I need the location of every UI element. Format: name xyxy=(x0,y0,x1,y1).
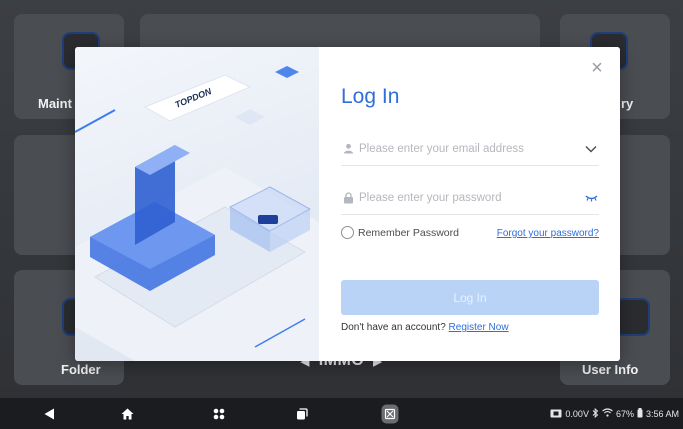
maintenance-label: Maint xyxy=(38,96,72,111)
lock-icon xyxy=(341,191,355,205)
user-icon xyxy=(341,142,355,156)
remember-password-checkbox[interactable]: Remember Password xyxy=(341,226,459,239)
bluetooth-icon xyxy=(592,407,599,420)
accent-line xyxy=(75,109,116,133)
history-label: ry xyxy=(621,96,634,111)
eye-closed-icon[interactable] xyxy=(583,190,599,206)
system-bar: 0.00V 67% 3:56 AM xyxy=(0,398,683,429)
register-prompt: Don't have an account? xyxy=(341,322,446,333)
apps-button[interactable] xyxy=(204,398,234,429)
remember-password-label: Remember Password xyxy=(358,226,459,239)
register-link[interactable]: Register Now xyxy=(449,322,509,333)
password-field xyxy=(341,181,599,215)
back-button[interactable] xyxy=(34,398,64,429)
page-title: Log In xyxy=(341,85,400,108)
email-input[interactable] xyxy=(359,142,583,155)
voltage-readout: 0.00V xyxy=(565,408,589,419)
back-icon xyxy=(44,408,54,419)
register-row: Don't have an account? Register Now xyxy=(341,322,509,333)
small-tile xyxy=(235,109,265,125)
forgot-password-link[interactable]: Forgot your password? xyxy=(497,228,599,239)
recent-apps-button[interactable] xyxy=(287,398,317,429)
apps-grid-icon xyxy=(213,408,225,419)
car-icon xyxy=(258,215,278,224)
login-illustration: TOPDON xyxy=(75,47,319,361)
login-button[interactable]: Log In xyxy=(341,280,599,315)
chevron-down-icon[interactable] xyxy=(583,141,599,157)
recent-apps-icon xyxy=(297,407,308,419)
status-area: 0.00V 67% 3:56 AM xyxy=(550,398,679,429)
login-form: × Log In Remember Password Forgot your p xyxy=(319,47,620,361)
car-battery-icon xyxy=(550,408,562,420)
remember-radio[interactable] xyxy=(341,226,354,239)
screenshot-tool-button[interactable] xyxy=(375,398,405,429)
screenshot-tool-icon xyxy=(381,404,399,423)
clock: 3:56 AM xyxy=(645,408,679,419)
password-input[interactable] xyxy=(359,191,583,204)
close-button[interactable]: × xyxy=(586,57,608,79)
wifi-icon xyxy=(602,408,613,419)
login-dialog: TOPDON × Log In Remember Password xyxy=(75,47,620,361)
small-cube xyxy=(275,66,299,78)
email-field xyxy=(341,132,599,166)
battery-icon xyxy=(637,407,643,420)
home-icon xyxy=(121,408,133,419)
home-button[interactable] xyxy=(112,398,142,429)
battery-percentage: 67% xyxy=(615,408,634,419)
